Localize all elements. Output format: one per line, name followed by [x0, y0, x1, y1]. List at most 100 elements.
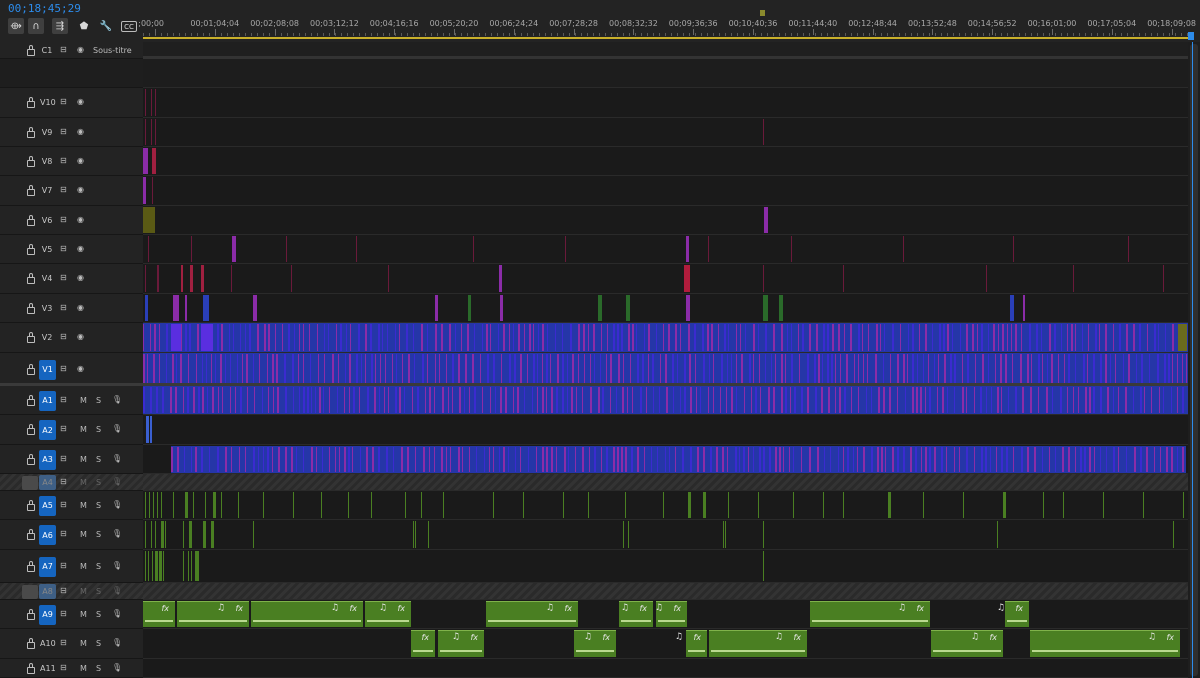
video-clip[interactable]	[324, 324, 325, 351]
video-clip[interactable]	[724, 324, 726, 351]
video-clip[interactable]	[1149, 354, 1150, 384]
audio-clip-dense[interactable]	[384, 387, 385, 413]
video-clip[interactable]	[396, 354, 397, 384]
video-clip[interactable]	[740, 324, 741, 351]
video-clip[interactable]	[1029, 324, 1031, 351]
video-clip[interactable]	[686, 295, 690, 321]
audio-clip[interactable]	[217, 447, 219, 472]
audio-clip-dense[interactable]	[1073, 387, 1074, 413]
audio-clip[interactable]	[446, 447, 447, 472]
audio-clip[interactable]	[285, 447, 287, 472]
video-clip[interactable]	[875, 354, 877, 384]
audio-clip[interactable]	[637, 447, 639, 472]
video-clip[interactable]	[249, 324, 251, 351]
solo-button[interactable]: S	[96, 587, 101, 596]
audio-clip-dense[interactable]	[247, 387, 248, 413]
audio-clip[interactable]	[185, 492, 188, 518]
video-clip[interactable]	[555, 324, 556, 351]
lock-icon[interactable]	[27, 638, 35, 649]
audio-clip-dense[interactable]	[307, 387, 309, 413]
video-clip[interactable]	[773, 324, 775, 351]
microphone-icon[interactable]: 🎙	[112, 500, 122, 509]
audio-clip[interactable]	[959, 447, 960, 472]
audio-clip[interactable]	[484, 447, 485, 472]
audio-clip[interactable]	[675, 447, 676, 472]
audio-clip-dense[interactable]	[991, 387, 992, 413]
video-clip[interactable]	[831, 354, 833, 384]
audio-clip[interactable]	[193, 492, 194, 518]
video-clip[interactable]	[153, 354, 155, 384]
video-clip[interactable]	[822, 354, 823, 384]
audio-clip[interactable]	[589, 447, 590, 472]
video-clip[interactable]	[206, 354, 207, 384]
video-clip[interactable]	[578, 354, 579, 384]
video-clip[interactable]	[791, 354, 793, 384]
lock-icon[interactable]	[27, 424, 35, 435]
mute-button[interactable]: M	[80, 664, 87, 673]
audio-clip-dense[interactable]	[240, 387, 242, 413]
video-clip[interactable]	[975, 354, 976, 384]
video-clip[interactable]	[652, 354, 654, 384]
audio-clip[interactable]	[201, 447, 203, 472]
video-clip[interactable]	[607, 324, 608, 351]
audio-clip[interactable]	[929, 447, 931, 472]
audio-clip[interactable]	[145, 492, 146, 518]
sync-lock-icon[interactable]: ⊟	[60, 561, 67, 570]
video-clip[interactable]	[1119, 324, 1121, 351]
mute-button[interactable]: M	[80, 587, 87, 596]
lane-v9[interactable]	[143, 118, 1188, 147]
video-clip[interactable]	[143, 324, 144, 351]
audio-clip[interactable]	[458, 447, 460, 472]
video-clip[interactable]	[500, 295, 503, 321]
audio-clip[interactable]	[1173, 521, 1174, 548]
sync-lock-icon[interactable]: ⊟	[60, 529, 67, 538]
audio-clip-dense[interactable]	[768, 387, 770, 413]
audio-clip-dense[interactable]	[871, 387, 872, 413]
video-clip[interactable]	[903, 354, 905, 384]
video-clip[interactable]	[858, 324, 860, 351]
video-clip[interactable]	[863, 354, 864, 384]
video-clip[interactable]	[1067, 324, 1068, 351]
audio-clip[interactable]	[316, 447, 317, 472]
sync-lock-icon[interactable]: ⊟	[60, 638, 67, 647]
video-clip[interactable]	[1126, 324, 1128, 351]
audio-clip[interactable]	[293, 492, 294, 518]
video-clip[interactable]	[993, 324, 995, 351]
audio-clip-dense[interactable]	[947, 387, 948, 413]
video-clip[interactable]	[731, 354, 732, 384]
solo-button[interactable]: S	[96, 478, 101, 487]
video-clip[interactable]	[145, 265, 146, 292]
video-clip[interactable]	[917, 354, 918, 384]
audio-clip[interactable]	[915, 447, 917, 472]
audio-clip[interactable]	[941, 447, 943, 472]
video-clip[interactable]	[890, 354, 891, 384]
lock-icon[interactable]	[27, 363, 35, 375]
audio-clip-dense[interactable]	[905, 387, 906, 413]
video-clip[interactable]	[1093, 354, 1095, 384]
audio-clip[interactable]	[339, 447, 340, 472]
audio-clip[interactable]	[801, 447, 802, 472]
video-clip[interactable]	[371, 354, 373, 384]
video-clip[interactable]	[656, 324, 657, 351]
audio-clip-dense[interactable]	[1008, 387, 1009, 413]
video-clip[interactable]	[439, 354, 440, 384]
audio-clip-dense[interactable]	[878, 387, 880, 413]
audio-clip[interactable]	[322, 447, 323, 472]
audio-clip-dense[interactable]	[684, 387, 686, 413]
audio-clip-dense[interactable]	[193, 387, 195, 413]
sync-lock-icon[interactable]: ⊟	[60, 273, 67, 282]
audio-clip-dense[interactable]	[794, 387, 796, 413]
source-patch-a4[interactable]: A4	[39, 475, 56, 490]
audio-clip[interactable]	[985, 447, 987, 472]
lane-v5[interactable]	[143, 235, 1188, 264]
video-clip[interactable]	[215, 354, 216, 384]
audio-clip[interactable]	[183, 551, 184, 581]
audio-clip[interactable]	[669, 447, 670, 472]
audio-clip-dense[interactable]	[273, 387, 274, 413]
video-clip[interactable]	[154, 324, 156, 351]
video-clip[interactable]	[446, 354, 447, 384]
audio-clip[interactable]	[853, 447, 854, 472]
video-clip[interactable]	[637, 354, 639, 384]
video-clip[interactable]	[151, 119, 152, 145]
audio-clip[interactable]	[1146, 447, 1148, 472]
